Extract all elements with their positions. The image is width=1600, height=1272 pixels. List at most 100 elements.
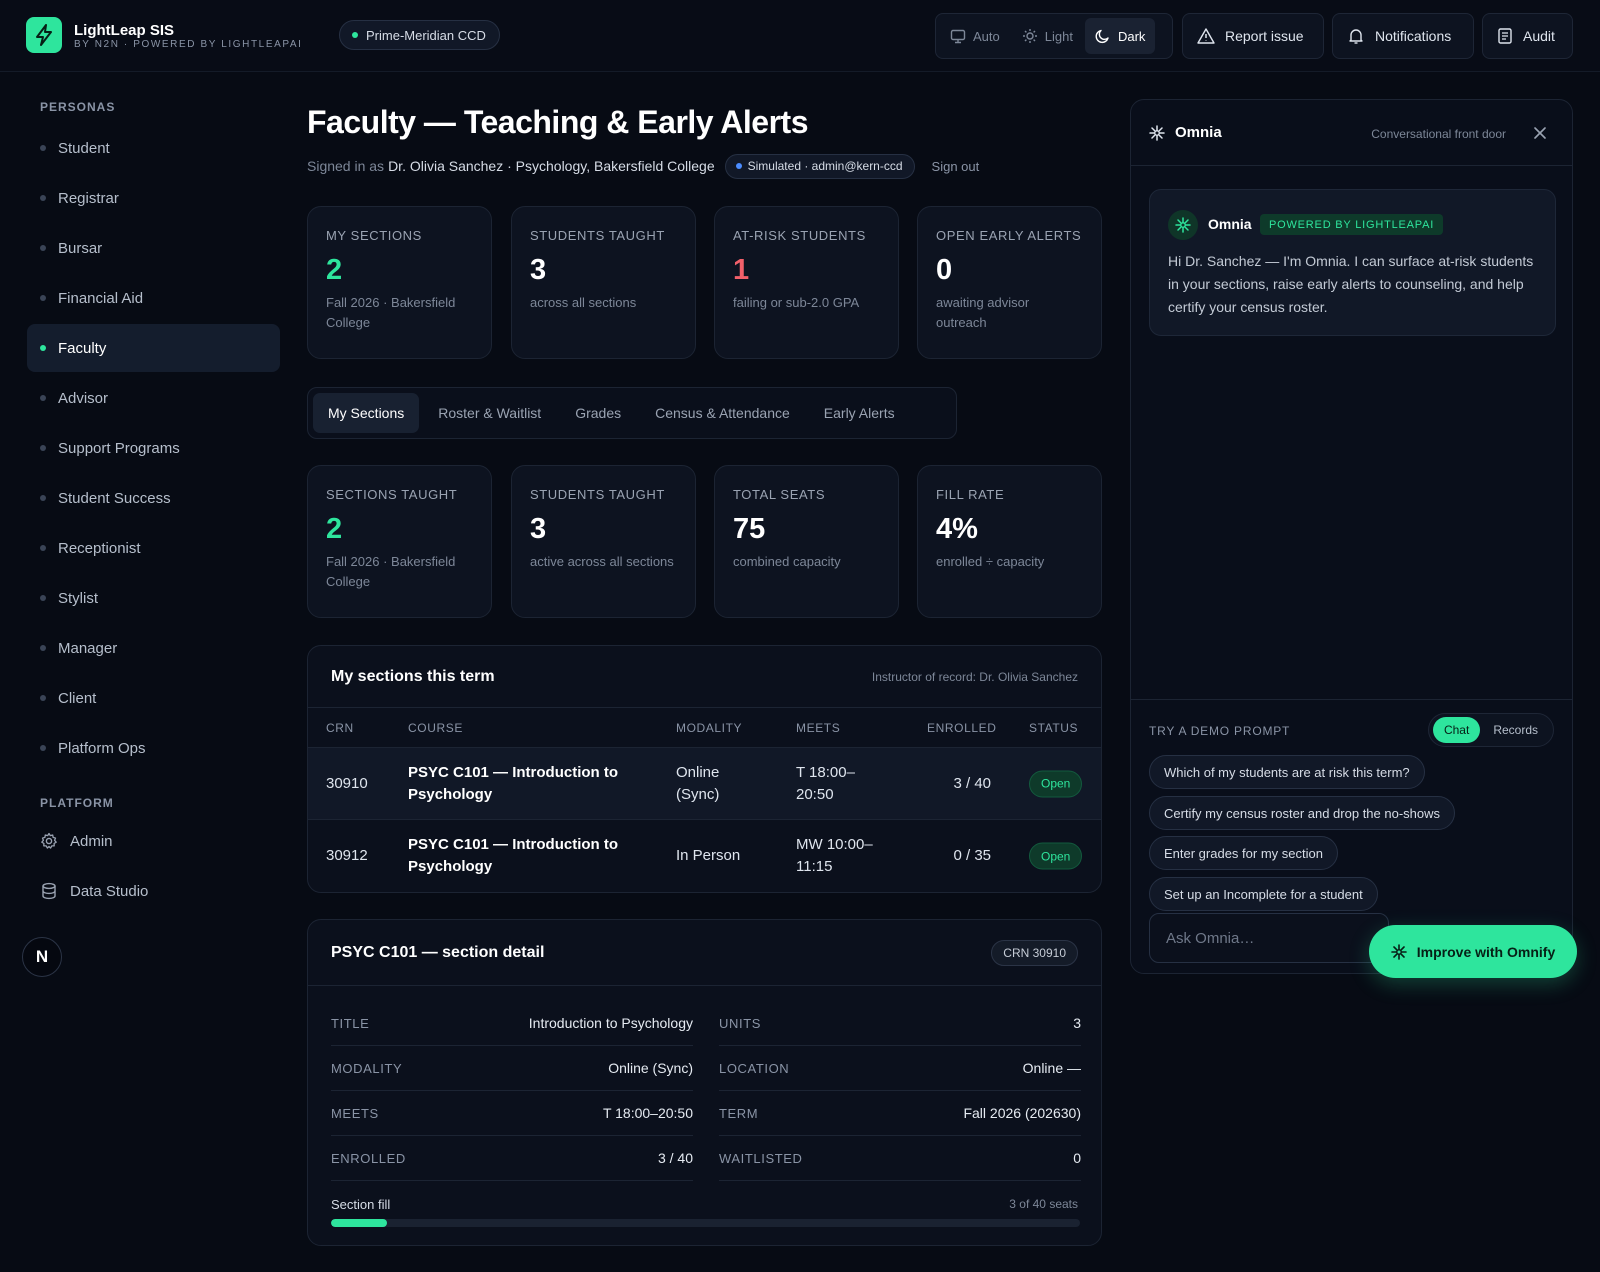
tab-census-attendance[interactable]: Census & Attendance	[640, 393, 805, 433]
audit-button[interactable]: Audit	[1482, 13, 1573, 59]
omnia-panel: Omnia Conversational front door Omnia PO…	[1130, 99, 1573, 974]
sun-icon	[1022, 29, 1037, 43]
sparkle-icon	[1390, 943, 1407, 960]
column-header-enrolled[interactable]: ENROLLED	[927, 721, 997, 735]
table-row[interactable]: 30910 PSYC C101 — Introduction to Psycho…	[308, 748, 1101, 820]
instructor-note: Instructor of record: Dr. Olivia Sanchez	[871, 669, 1078, 684]
sparkle-icon	[1149, 125, 1165, 141]
sidebar-item-stylist[interactable]: Stylist	[27, 574, 280, 622]
sidebar-item-platform-ops[interactable]: Platform Ops	[27, 724, 280, 772]
column-header-modality[interactable]: MODALITY	[676, 721, 742, 735]
sections-table-title: My sections this term	[331, 667, 495, 685]
section-fill-progress	[331, 1219, 1080, 1227]
sidebar-item-manager[interactable]: Manager	[27, 624, 280, 672]
sidebar-item-client[interactable]: Client	[27, 674, 280, 722]
demo-prompt-chip[interactable]: Certify my census roster and drop the no…	[1149, 796, 1456, 830]
stat-card-fill-rate: FILL RATE 4% enrolled ÷ capacity	[917, 465, 1102, 618]
sidebar-item-faculty[interactable]: Faculty	[27, 324, 280, 372]
improve-with-omnify-button[interactable]: Improve with Omnify	[1369, 925, 1577, 978]
demo-prompt-chip[interactable]: Which of my students are at risk this te…	[1149, 755, 1425, 789]
detail-value: Online (Sync)	[608, 1060, 693, 1076]
tab-my-sections[interactable]: My Sections	[313, 393, 420, 433]
notifications-button[interactable]: Notifications	[1332, 13, 1474, 59]
stat-card-students-taught-active: STUDENTS TAUGHT 3 active across all sect…	[511, 465, 696, 618]
demo-prompt-chip[interactable]: Enter grades for my section	[1149, 836, 1338, 870]
stat-sub: enrolled ÷ capacity	[936, 554, 1045, 569]
tab-grades[interactable]: Grades	[560, 393, 636, 433]
theme-dark-button[interactable]: Dark	[1084, 18, 1156, 54]
close-icon[interactable]	[1532, 125, 1548, 141]
user-avatar-badge[interactable]: N	[22, 937, 62, 977]
lightning-logo-icon[interactable]	[26, 17, 62, 53]
mode-records-button[interactable]: Records	[1482, 717, 1549, 743]
detail-value: 0	[1073, 1150, 1081, 1166]
column-header-course[interactable]: COURSE	[408, 721, 463, 735]
bullet-icon	[40, 645, 46, 651]
row-modality: In Person	[676, 847, 741, 864]
signed-in-row: Signed in as Dr. Olivia Sanchez · Psycho…	[307, 153, 979, 179]
stat-label: FILL RATE	[936, 487, 1005, 502]
crn-chip: CRN 30910	[991, 939, 1078, 966]
report-issue-button[interactable]: Report issue	[1182, 13, 1324, 59]
bullet-icon	[40, 595, 46, 601]
stat-sub: combined capacity	[733, 554, 841, 569]
demo-prompt-chip[interactable]: Set up an Incomplete for a student	[1149, 877, 1378, 911]
database-icon	[40, 882, 58, 900]
omnia-title: Omnia	[1175, 124, 1222, 141]
sidebar-item-receptionist[interactable]: Receptionist	[27, 524, 280, 572]
theme-light-button[interactable]: Light	[1012, 18, 1083, 54]
sidebar-item-label: Support Programs	[58, 439, 180, 457]
stat-sub: across all sections	[530, 295, 637, 310]
sections-table-panel: My sections this term Instructor of reco…	[307, 645, 1102, 893]
detail-row-enrolled: ENROLLED 3 / 40	[331, 1136, 693, 1181]
platform-heading: PLATFORM	[40, 796, 114, 810]
table-row[interactable]: 30912 PSYC C101 — Introduction to Psycho…	[308, 820, 1101, 892]
ask-omnia-input[interactable]	[1149, 913, 1389, 963]
detail-key: TITLE	[331, 1015, 370, 1031]
sidebar-item-student-success[interactable]: Student Success	[27, 474, 280, 522]
tab-early-alerts[interactable]: Early Alerts	[809, 393, 910, 433]
sidebar-item-advisor[interactable]: Advisor	[27, 374, 280, 422]
tenant-selector[interactable]: Prime-Meridian CCD	[339, 20, 500, 50]
personas-heading: PERSONAS	[40, 100, 116, 114]
theme-switcher: Auto Light Dark	[935, 13, 1173, 59]
detail-row-modality: MODALITY Online (Sync)	[331, 1046, 693, 1091]
mode-chat-button[interactable]: Chat	[1432, 717, 1481, 743]
stat-card-sections-taught: SECTIONS TAUGHT 2 Fall 2026 · Bakersfiel…	[307, 465, 492, 618]
sidebar-item-support-programs[interactable]: Support Programs	[27, 424, 280, 472]
omnia-message: Omnia POWERED BY LIGHTLEAPAI Hi Dr. Sanc…	[1149, 189, 1556, 336]
sidebar-item-registrar[interactable]: Registrar	[27, 174, 280, 222]
row-crn: 30912	[326, 847, 368, 864]
row-modality: Online (Sync)	[676, 763, 720, 803]
stat-card-total-seats: TOTAL SEATS 75 combined capacity	[714, 465, 899, 618]
bullet-icon	[40, 395, 46, 401]
column-header-meets[interactable]: MEETS	[796, 721, 840, 735]
tenant-name: Prime-Meridian CCD	[366, 27, 486, 43]
bullet-icon	[40, 545, 46, 551]
detail-row-location: LOCATION Online —	[719, 1046, 1081, 1091]
sidebar-item-student[interactable]: Student	[27, 124, 280, 172]
row-course: PSYC C101 — Introduction to Psychology	[408, 763, 619, 803]
stat-label: SECTIONS TAUGHT	[326, 487, 458, 502]
stat-label: MY SECTIONS	[326, 228, 422, 243]
sidebar-item-bursar[interactable]: Bursar	[27, 224, 280, 272]
theme-auto-button[interactable]: Auto	[940, 18, 1010, 54]
sidebar-item-data-studio[interactable]: Data Studio	[27, 867, 280, 915]
detail-key: MODALITY	[331, 1060, 403, 1076]
stat-sub: active across all sections	[530, 554, 674, 569]
bullet-icon	[40, 745, 46, 751]
sidebar-item-admin[interactable]: Admin	[27, 817, 280, 865]
row-meets: MW 10:00–11:15	[796, 836, 873, 875]
sections-table-header: My sections this term Instructor of reco…	[308, 646, 1101, 708]
sign-out-link[interactable]: Sign out	[932, 159, 980, 174]
omnify-label: Improve with Omnify	[1416, 943, 1556, 960]
detail-key: LOCATION	[719, 1060, 790, 1076]
sidebar-item-financial-aid[interactable]: Financial Aid	[27, 274, 280, 322]
section-fill-progress-bar	[331, 1219, 388, 1227]
column-header-crn[interactable]: CRN	[326, 721, 354, 735]
column-header-status[interactable]: STATUS	[1029, 721, 1078, 735]
bullet-icon	[40, 195, 46, 201]
stat-sub: awaiting advisor outreach	[936, 295, 1030, 330]
tab-roster-waitlist[interactable]: Roster & Waitlist	[423, 393, 556, 433]
app-name: LightLeap SIS	[74, 22, 175, 39]
